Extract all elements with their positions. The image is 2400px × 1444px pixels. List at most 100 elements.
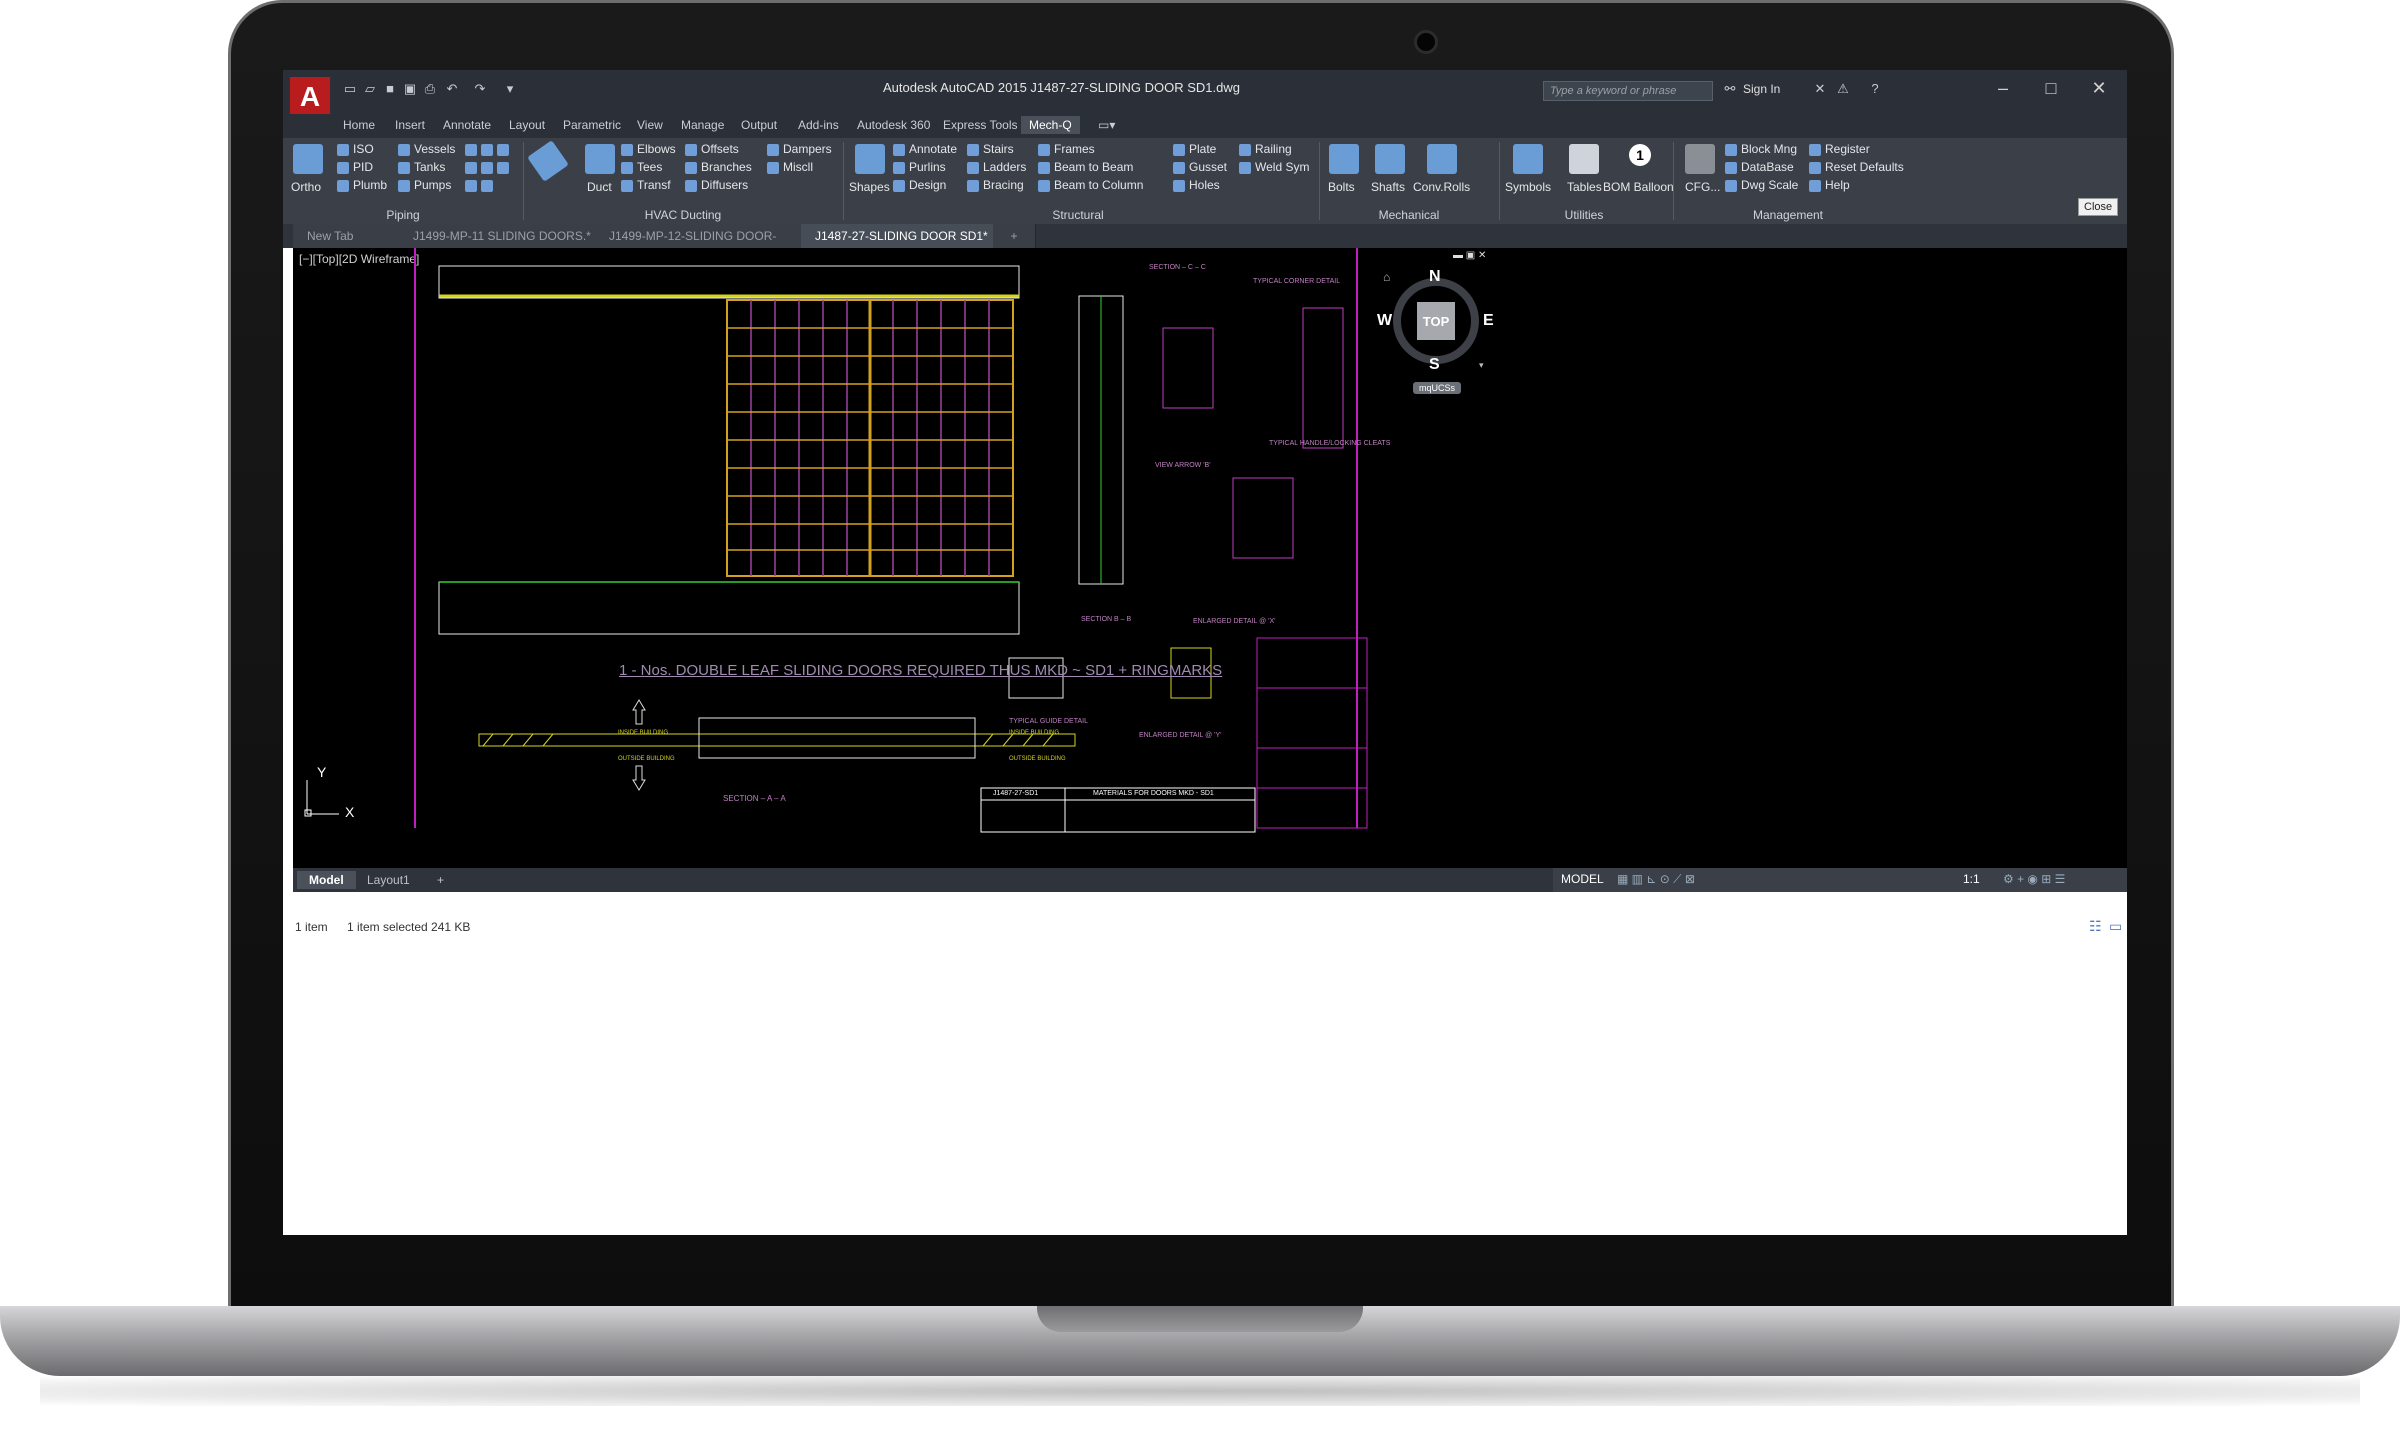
bom-balloon-button[interactable]: BOM Balloon [1603,180,1674,194]
tab-addins[interactable]: Add-ins [798,118,839,132]
block-mng-button[interactable]: Block Mng [1725,142,1797,156]
exchange-icon[interactable]: ✕ [1813,82,1827,96]
compass-s[interactable]: S [1429,356,1440,374]
piping-tools-icons-3[interactable] [465,178,497,192]
open-icon[interactable]: ▱ [363,82,377,96]
status-right-icons[interactable]: ⚙ + ◉ ⊞ ☰ [2003,872,2065,886]
help-button[interactable]: Help [1809,178,1850,192]
tables-button[interactable]: Tables [1567,180,1602,194]
stairs-button[interactable]: Stairs [967,142,1014,156]
beam-to-beam-button[interactable]: Beam to Beam [1038,160,1133,174]
iso-button[interactable]: ISO [337,142,374,156]
compass-w[interactable]: W [1377,312,1392,330]
wrench-icon[interactable] [1685,144,1715,174]
reset-defaults-button[interactable]: Reset Defaults [1809,160,1904,174]
home-icon[interactable]: ⌂ [1383,270,1390,284]
annotate-button[interactable]: Annotate [893,142,957,156]
tab-express-tools[interactable]: Express Tools [943,118,1017,132]
conv-rolls-icon[interactable] [1427,144,1457,174]
piping-tools-icons-2[interactable] [465,160,513,174]
bom-balloon-icon[interactable]: 1 [1629,144,1651,166]
new-tab-plus-icon[interactable]: + [993,224,1036,248]
bolts-icon[interactable] [1329,144,1359,174]
duct-button[interactable]: Duct [587,180,612,194]
tables-icon[interactable] [1569,144,1599,174]
shapes-button[interactable]: Shapes [849,180,890,194]
purlins-button[interactable]: Purlins [893,160,946,174]
tiles-view-icon[interactable]: ▭ [2109,918,2122,935]
plate-button[interactable]: Plate [1173,142,1216,156]
ortho-button[interactable]: Ortho [291,180,321,194]
ortho-icon[interactable] [293,144,323,174]
dampers-button[interactable]: Dampers [767,142,832,156]
doc-tab-mp12[interactable]: J1499-MP-12-SLIDING DOOR-SD3* [595,224,814,267]
tab-home[interactable]: Home [343,118,375,132]
tab-insert[interactable]: Insert [395,118,425,132]
design-button[interactable]: Design [893,178,946,192]
elbows-button[interactable]: Elbows [621,142,676,156]
bracing-button[interactable]: Bracing [967,178,1024,192]
save-icon[interactable]: ■ [383,82,397,96]
new-icon[interactable]: ▭ [343,82,357,96]
piping-tools-icons[interactable] [465,142,513,156]
undo-icon[interactable]: ↶ [445,82,459,96]
tab-mech-q[interactable]: Mech-Q [1021,116,1080,134]
gusset-button[interactable]: Gusset [1173,160,1227,174]
diffusers-button[interactable]: Diffusers [685,178,748,192]
cfg-button[interactable]: CFG... [1685,180,1720,194]
arrow-icon[interactable] [527,140,569,182]
doc-tab-new[interactable]: New Tab [293,224,412,248]
database-button[interactable]: DataBase [1725,160,1794,174]
transf-button[interactable]: Transf [621,178,671,192]
annotation-scale[interactable]: 1:1 [1963,872,1980,886]
viewport-window-controls[interactable]: ▬ ▣ ✕ [1453,250,1486,261]
miscll-button[interactable]: Miscll [767,160,813,174]
help-icon[interactable]: ? [1868,82,1882,96]
maximize-icon[interactable]: □ [2031,78,2071,99]
saveas-icon[interactable]: ▣ [403,82,417,96]
tab-manage[interactable]: Manage [681,118,724,132]
application-menu-button[interactable]: A [290,77,330,117]
dwg-scale-button[interactable]: Dwg Scale [1725,178,1798,192]
weld-sym-button[interactable]: Weld Sym [1239,160,1309,174]
beam-to-column-button[interactable]: Beam to Column [1038,178,1143,192]
compass-n[interactable]: N [1429,268,1441,286]
tab-view[interactable]: View [637,118,663,132]
register-button[interactable]: Register [1809,142,1870,156]
search-input[interactable]: Type a keyword or phrase [1543,81,1713,101]
add-layout-plus-icon[interactable]: + [425,871,456,889]
offsets-button[interactable]: Offsets [685,142,739,156]
holes-button[interactable]: Holes [1173,178,1220,192]
viewcube-menu-icon[interactable]: ▾ [1479,360,1484,371]
binoculars-icon[interactable]: ⚯ [1723,82,1737,96]
shapes-icon[interactable] [855,144,885,174]
duct-icon[interactable] [585,144,615,174]
symbols-button[interactable]: Symbols [1505,180,1551,194]
plumb-button[interactable]: Plumb [337,178,387,192]
vessels-button[interactable]: Vessels [398,142,455,156]
tab-layout1[interactable]: Layout1 [355,871,422,889]
minimize-icon[interactable]: – [1983,78,2023,99]
ladders-button[interactable]: Ladders [967,160,1026,174]
conv-rolls-button[interactable]: Conv.Rolls [1413,180,1470,194]
tab-parametric[interactable]: Parametric [563,118,621,132]
user-icon[interactable]: ⚠ [1836,82,1850,96]
tab-autodesk360[interactable]: Autodesk 360 [857,118,930,132]
doc-tab-sd1[interactable]: J1487-27-SLIDING DOOR SD1* [801,224,1006,248]
ribbon-options-icon[interactable]: ▭▾ [1098,118,1115,132]
railing-button[interactable]: Railing [1239,142,1292,156]
tees-button[interactable]: Tees [621,160,662,174]
drawing-viewport[interactable]: [−][Top][2D Wireframe] Y X 1 - Nos. DOUB… [293,248,2127,868]
branches-button[interactable]: Branches [685,160,752,174]
shafts-button[interactable]: Shafts [1371,180,1405,194]
frames-button[interactable]: Frames [1038,142,1095,156]
redo-icon[interactable]: ↷ [473,82,487,96]
shafts-icon[interactable] [1375,144,1405,174]
close-window-icon[interactable]: ✕ [2079,78,2119,99]
compass-e[interactable]: E [1483,312,1494,330]
tab-output[interactable]: Output [741,118,777,132]
symbols-icon[interactable] [1513,144,1543,174]
model-space-button[interactable]: MODEL [1561,872,1604,886]
print-icon[interactable]: ⎙ [423,82,437,96]
bolts-button[interactable]: Bolts [1328,180,1355,194]
